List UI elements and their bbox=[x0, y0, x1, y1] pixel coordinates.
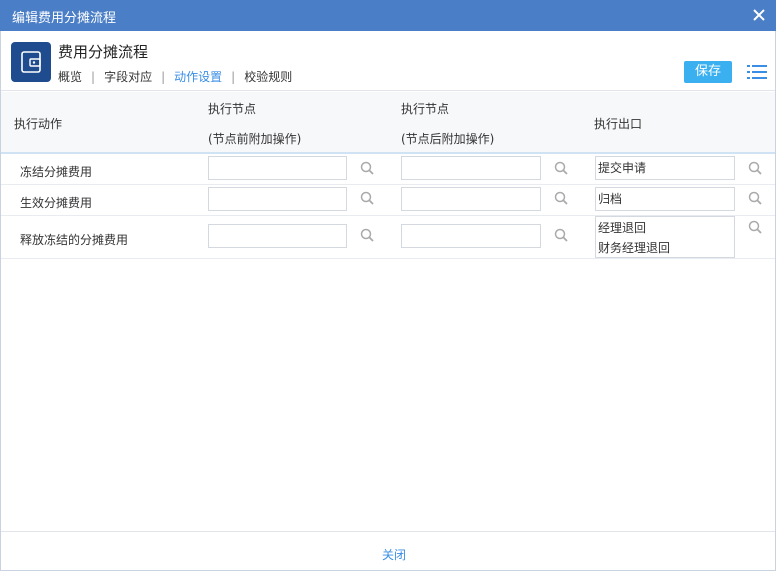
search-icon[interactable] bbox=[360, 191, 374, 205]
tab-separator: | bbox=[231, 69, 236, 84]
exit-value: 财务经理退回 bbox=[598, 241, 671, 255]
tab-separator: | bbox=[161, 69, 166, 84]
dialog-title: 编辑费用分摊流程 bbox=[12, 11, 117, 26]
column-header-after-node-note: (节点后附加操作) bbox=[401, 132, 495, 146]
after-node-input[interactable] bbox=[401, 156, 541, 180]
table-row: 生效分摊费用 归档 bbox=[1, 185, 775, 216]
tab-separator: | bbox=[91, 69, 96, 84]
search-icon[interactable] bbox=[360, 161, 374, 175]
search-icon[interactable] bbox=[554, 191, 568, 205]
after-node-input[interactable] bbox=[401, 224, 541, 248]
row-action-label: 释放冻结的分摊费用 bbox=[20, 233, 129, 247]
before-node-input[interactable] bbox=[208, 187, 347, 211]
column-header-before-node: 执行节点 bbox=[208, 102, 257, 116]
exit-value: 经理退回 bbox=[598, 221, 647, 235]
column-header-before-node-note: (节点前附加操作) bbox=[208, 132, 302, 146]
tab-overview[interactable]: 概览 bbox=[58, 68, 82, 85]
search-icon[interactable] bbox=[360, 228, 374, 242]
search-icon[interactable] bbox=[554, 161, 568, 175]
dialog-body: 费用分摊流程 概览 | 字段对应 | 动作设置 | 校验规则 保存 执行动作 执… bbox=[0, 31, 776, 571]
page-title: 费用分摊流程 bbox=[58, 43, 149, 61]
exit-input[interactable]: 归档 bbox=[595, 187, 735, 211]
column-header-after-node: 执行节点 bbox=[401, 102, 450, 116]
save-button[interactable]: 保存 bbox=[684, 61, 732, 83]
dialog-titlebar: 编辑费用分摊流程 bbox=[0, 0, 776, 31]
search-icon[interactable] bbox=[554, 228, 568, 242]
row-action-label: 冻结分摊费用 bbox=[20, 165, 93, 179]
search-icon[interactable] bbox=[748, 161, 762, 175]
row-action-label: 生效分摊费用 bbox=[20, 196, 93, 210]
dialog-footer: 关闭 bbox=[1, 531, 775, 570]
wallet-icon bbox=[11, 42, 51, 82]
column-header-exit: 执行出口 bbox=[594, 117, 643, 131]
close-icon[interactable] bbox=[750, 6, 768, 24]
exit-input[interactable]: 经理退回 财务经理退回 bbox=[595, 216, 735, 258]
after-node-input[interactable] bbox=[401, 187, 541, 211]
table-row: 释放冻结的分摊费用 经理退回 财务经理退回 bbox=[1, 216, 775, 259]
page-header: 费用分摊流程 概览 | 字段对应 | 动作设置 | 校验规则 保存 bbox=[1, 31, 775, 91]
list-menu-icon[interactable] bbox=[747, 64, 767, 80]
before-node-input[interactable] bbox=[208, 224, 347, 248]
close-button[interactable]: 关闭 bbox=[382, 546, 406, 563]
tab-bar: 概览 | 字段对应 | 动作设置 | 校验规则 bbox=[58, 68, 292, 85]
tab-action-settings[interactable]: 动作设置 bbox=[174, 68, 222, 85]
search-icon[interactable] bbox=[748, 220, 762, 234]
table-header: 执行动作 执行节点 (节点前附加操作) 执行节点 (节点后附加操作) 执行出口 bbox=[1, 92, 775, 154]
before-node-input[interactable] bbox=[208, 156, 347, 180]
tab-validation-rules[interactable]: 校验规则 bbox=[244, 68, 292, 85]
search-icon[interactable] bbox=[748, 191, 762, 205]
column-header-action: 执行动作 bbox=[14, 117, 63, 131]
table-row: 冻结分摊费用 提交申请 bbox=[1, 154, 775, 185]
exit-value: 归档 bbox=[598, 192, 623, 206]
tab-field-mapping[interactable]: 字段对应 bbox=[104, 68, 152, 85]
exit-input[interactable]: 提交申请 bbox=[595, 156, 735, 180]
exit-value: 提交申请 bbox=[598, 161, 647, 175]
